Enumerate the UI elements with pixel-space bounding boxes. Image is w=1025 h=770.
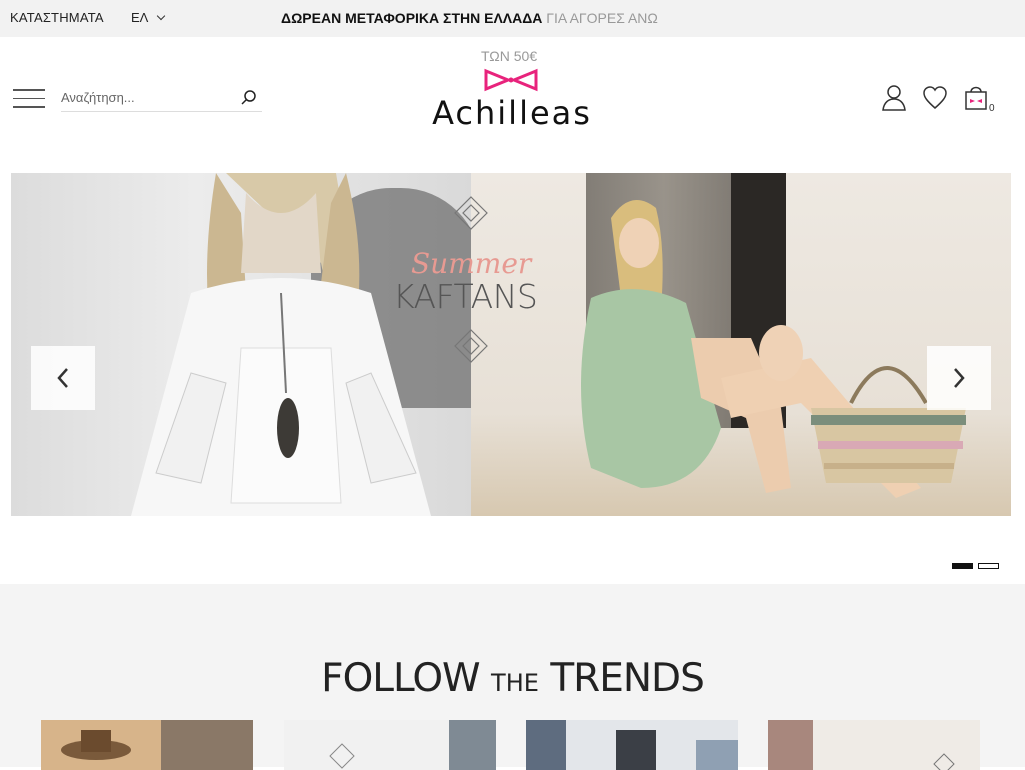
trend-tile[interactable] <box>41 720 253 770</box>
brand-logo[interactable]: Achilleas <box>422 66 602 132</box>
model-white-dress-image <box>131 173 431 516</box>
shopping-bag-icon[interactable] <box>963 84 989 112</box>
diamond-ornament-icon <box>454 329 488 363</box>
bow-logo-icon <box>484 68 538 92</box>
slider-pagination <box>947 556 999 574</box>
trend-tile[interactable] <box>284 720 496 770</box>
trend-tile[interactable] <box>768 720 980 770</box>
hero-slider[interactable]: Summer KAFTANS <box>11 173 1011 516</box>
trends-heading: FOLLOW THE TRENDS <box>0 656 1025 701</box>
slider-prev-button[interactable] <box>31 346 95 410</box>
hero-title-text: KAFTANS <box>393 277 538 316</box>
diamond-ornament-icon <box>454 196 488 230</box>
top-bar: ΚΑΤΑΣΤΗΜΑΤΑ ΕΛ ΔΩΡΕΑΝ ΜΕΤΑΦΟΡΙΚΑ ΣΤΗΝ ΕΛ… <box>0 0 1025 37</box>
slider-next-button[interactable] <box>927 346 991 410</box>
wishlist-heart-icon[interactable] <box>922 84 948 112</box>
trends-title-small: THE <box>491 669 539 697</box>
search-icon[interactable] <box>240 89 258 107</box>
menu-icon[interactable] <box>13 89 45 109</box>
promo-second-line: ΤΩΝ 50€ <box>481 48 538 64</box>
language-selector[interactable]: ΕΛ <box>131 10 166 25</box>
trends-title-b: TRENDS <box>550 656 705 701</box>
hero-script-text: Summer <box>411 247 532 280</box>
slider-dot-2[interactable] <box>978 563 999 569</box>
chevron-right-icon <box>954 368 965 388</box>
trend-tile-image <box>284 720 496 770</box>
trend-tile-image <box>526 720 738 770</box>
brand-name: Achilleas <box>432 94 592 132</box>
trends-title-a: FOLLOW <box>321 656 480 701</box>
trend-tile-image <box>768 720 980 770</box>
chevron-left-icon <box>57 368 68 388</box>
promo-light-text: ΓΙΑ ΑΓΟΡΕΣ ΑΝΩ <box>546 10 658 26</box>
slider-dot-1[interactable] <box>952 563 973 569</box>
trend-tile[interactable] <box>526 720 738 770</box>
language-label: ΕΛ <box>131 10 149 25</box>
search-input[interactable] <box>61 86 231 108</box>
trend-tile-image <box>41 720 253 770</box>
search-bar <box>61 86 262 112</box>
stores-link[interactable]: ΚΑΤΑΣΤΗΜΑΤΑ <box>10 10 104 25</box>
user-account-icon[interactable] <box>881 84 907 112</box>
cart-count: 0 <box>989 103 995 114</box>
promo-bold-text: ΔΩΡΕΑΝ ΜΕΤΑΦΟΡΙΚΑ ΣΤΗΝ ΕΛΛΑΔΑ <box>281 10 543 26</box>
promo-banner: ΔΩΡΕΑΝ ΜΕΤΑΦΟΡΙΚΑ ΣΤΗΝ ΕΛΛΑΔΑ ΓΙΑ ΑΓΟΡΕΣ… <box>281 10 658 26</box>
chevron-down-icon <box>157 11 166 21</box>
